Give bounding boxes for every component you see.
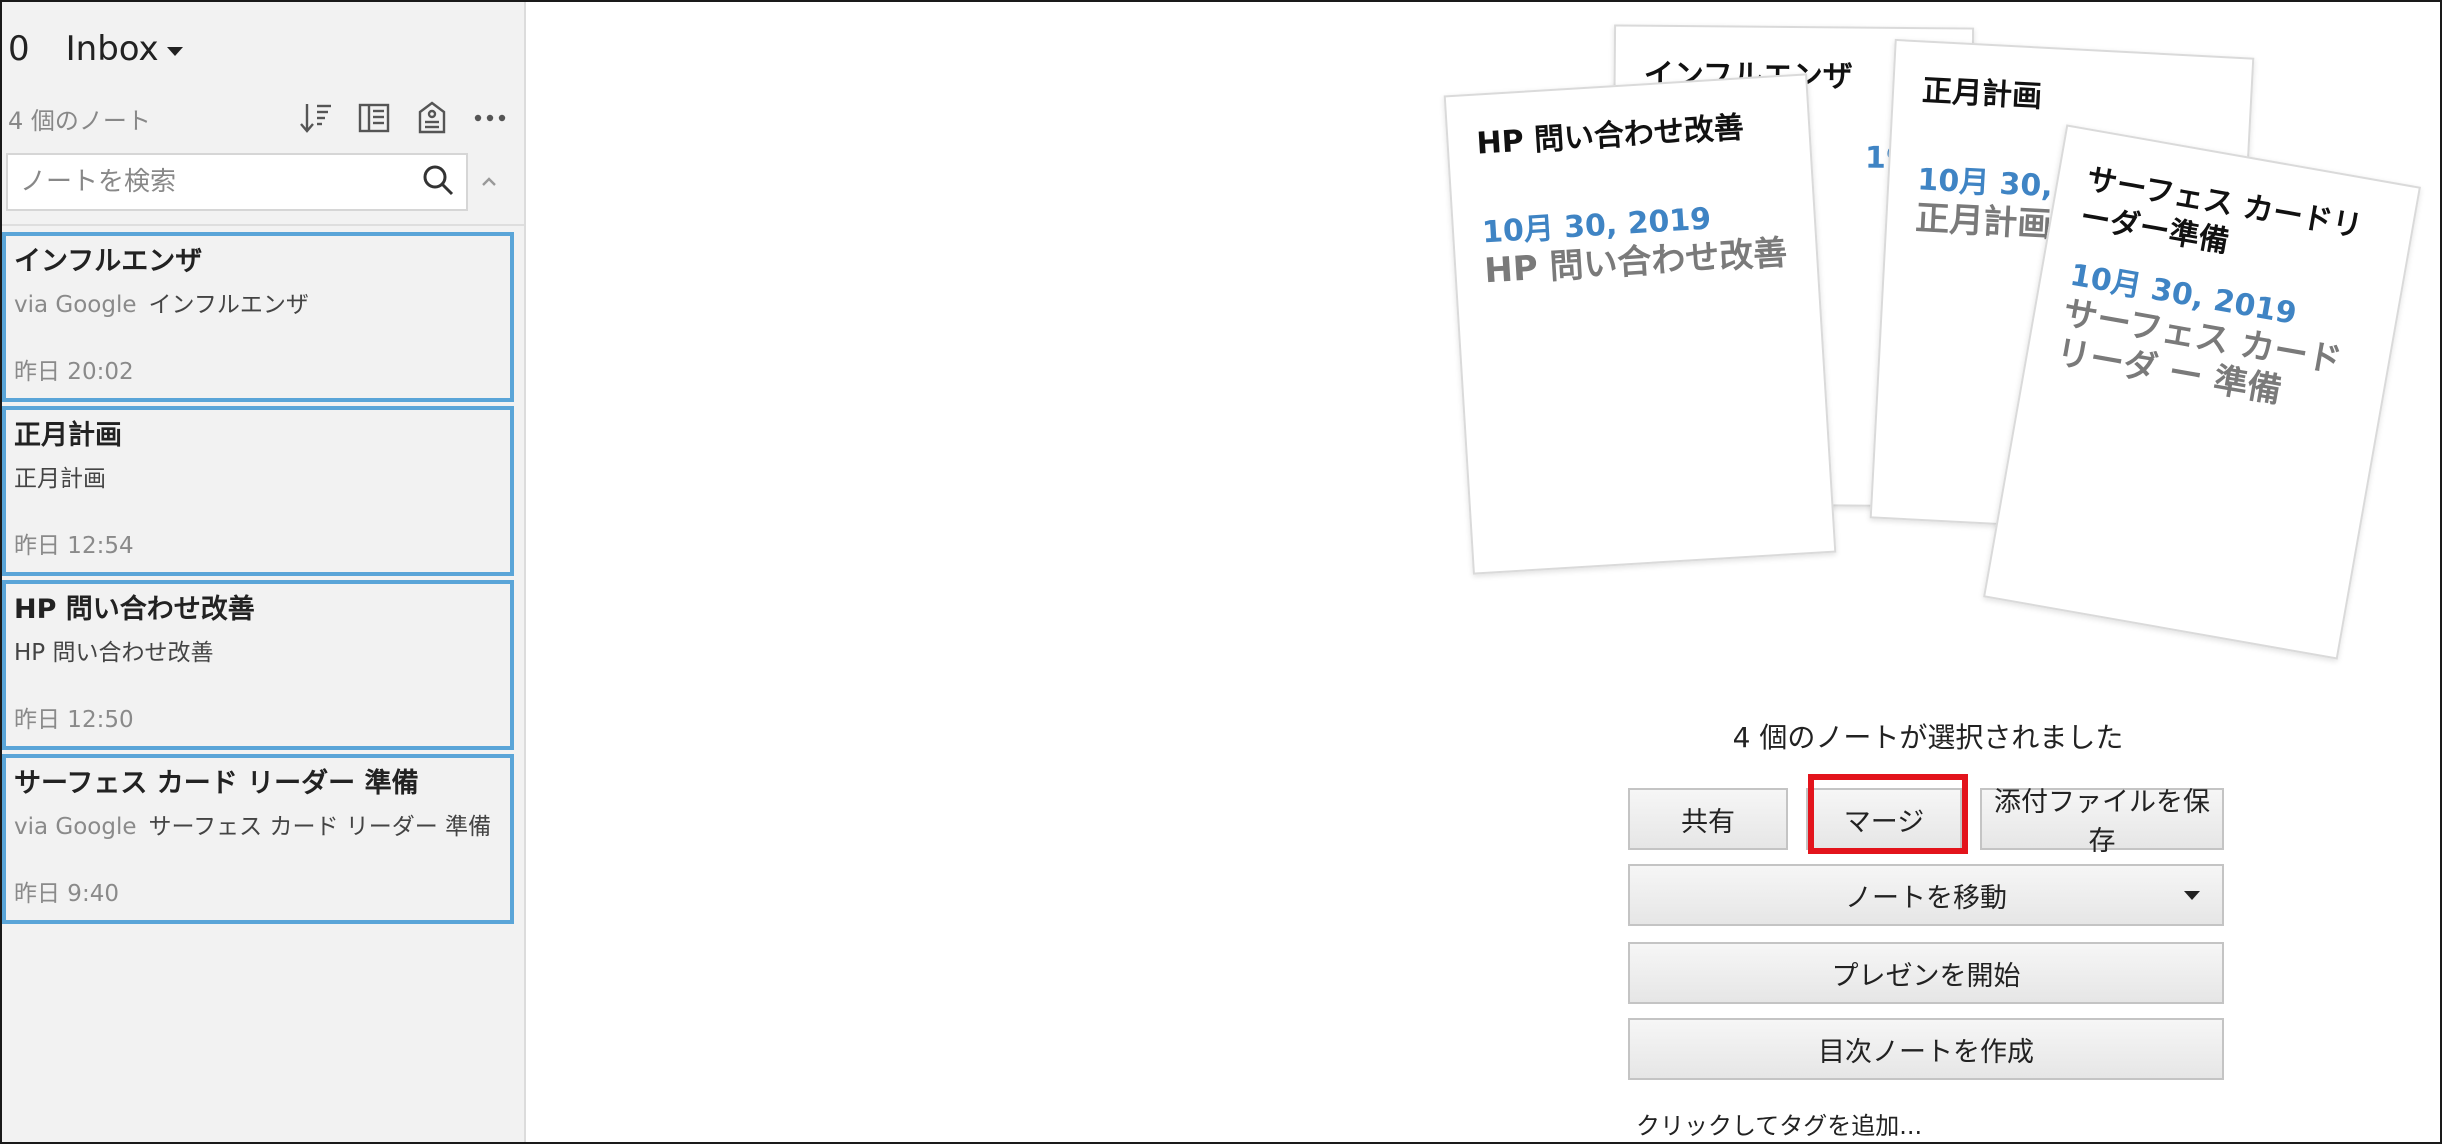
- note-snippet-text: サーフェス カード リーダー 準備: [148, 814, 492, 840]
- note-preview-card: HP 問い合わせ改善 10月 30, 2019 HP 問い合わせ改善: [1443, 73, 1837, 575]
- selection-count-label: 4 個のノートが選択されました: [1732, 721, 2124, 754]
- note-count: 4 個のノート: [8, 106, 151, 135]
- note-snippet: 正月計画: [14, 464, 510, 494]
- search-box: [6, 153, 469, 211]
- note-title: 正月計画: [14, 420, 122, 451]
- note-title: サーフェス カード リーダー 準備: [14, 768, 419, 799]
- note-snippet-text: 正月計画: [14, 466, 106, 492]
- list-item[interactable]: サーフェス カード リーダー 準備 via Google サーフェス カード リー…: [2, 754, 514, 924]
- reminder-tag-icon[interactable]: [414, 100, 450, 136]
- note-snippet: via Google インフルエンザ: [14, 290, 510, 320]
- move-note-label: ノートを移動: [1845, 882, 2007, 914]
- collapse-search-button[interactable]: [472, 165, 506, 199]
- note-title: HP 問い合わせ改善: [14, 594, 255, 625]
- list-item[interactable]: 正月計画 正月計画 昨日 12:54: [2, 406, 514, 576]
- note-snippet-text: HP 問い合わせ改善: [14, 640, 214, 666]
- search-row: [6, 152, 506, 212]
- search-icon[interactable]: [420, 162, 456, 202]
- note-list-pane: 0 Inbox 4 個のノート ノートを検索 インフルエンザ via Googl…: [2, 2, 526, 1142]
- note-source: via Google: [14, 814, 137, 840]
- save-attachments-button[interactable]: 添付ファイルを保存: [1980, 787, 2224, 857]
- merge-button[interactable]: マージ: [1806, 788, 1962, 850]
- chevron-down-icon: [166, 46, 183, 56]
- note-snippet-text: インフルエンザ: [148, 292, 309, 318]
- notebook-selector[interactable]: Inbox: [66, 29, 183, 69]
- list-item[interactable]: インフルエンザ via Google インフルエンザ 昨日 20:02: [2, 232, 514, 402]
- notebook-header: 0 Inbox: [8, 24, 183, 74]
- add-tag-link[interactable]: クリックしてタグを追加...: [1636, 1106, 1922, 1141]
- list-toolbar: 4 個のノート: [8, 98, 508, 138]
- search-input[interactable]: [20, 167, 421, 197]
- preview-title: 正月計画: [1921, 73, 2043, 115]
- notebook-count: 0: [8, 29, 30, 69]
- selected-notes-stack: インフルエンザ 19 正月計画 10月 30, 2 正月計画 HP 問い合わせ改…: [1402, 2, 2442, 702]
- view-toggle-icon[interactable]: [356, 100, 392, 136]
- create-toc-button[interactable]: 目次ノートを作成: [1628, 1018, 2224, 1080]
- app-window: 0 Inbox 4 個のノート ノートを検索 インフルエンザ via Googl…: [0, 0, 2442, 1144]
- note-snippet: HP 問い合わせ改善: [14, 638, 510, 668]
- share-button[interactable]: 共有: [1628, 788, 1788, 850]
- note-date: 昨日 20:02: [14, 359, 134, 385]
- note-title: インフルエンザ: [14, 246, 203, 277]
- more-options-icon[interactable]: [472, 100, 508, 136]
- notebook-name: Inbox: [65, 29, 159, 69]
- note-snippet: via Google サーフェス カード リーダー 準備: [14, 812, 510, 842]
- preview-title: HP 問い合わせ改善: [1475, 110, 1745, 162]
- note-date: 昨日 9:40: [14, 881, 119, 907]
- note-date: 昨日 12:54: [14, 533, 134, 559]
- sort-icon[interactable]: [298, 100, 334, 136]
- chevron-up-icon: [482, 177, 496, 186]
- chevron-down-icon: [2184, 891, 2200, 900]
- note-list: インフルエンザ via Google インフルエンザ 昨日 20:02 正月計画 …: [2, 232, 514, 928]
- divider: [2, 224, 524, 226]
- move-note-button[interactable]: ノートを移動: [1628, 864, 2224, 926]
- note-date: 昨日 12:50: [14, 707, 134, 733]
- list-item[interactable]: HP 問い合わせ改善 HP 問い合わせ改善 昨日 12:50: [2, 580, 514, 750]
- start-presentation-button[interactable]: プレゼンを開始: [1628, 942, 2224, 1004]
- note-source: via Google: [14, 292, 137, 318]
- toolbar-icons: [298, 100, 508, 136]
